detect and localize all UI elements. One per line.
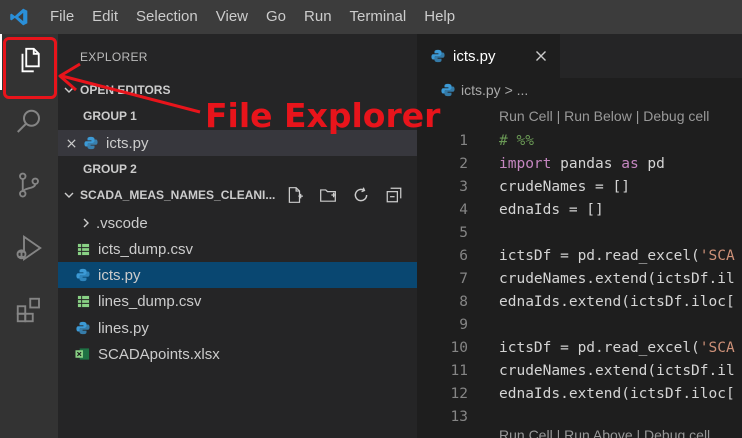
annotation-label: File Explorer <box>205 96 441 135</box>
annotation-arrow-icon <box>58 62 201 114</box>
